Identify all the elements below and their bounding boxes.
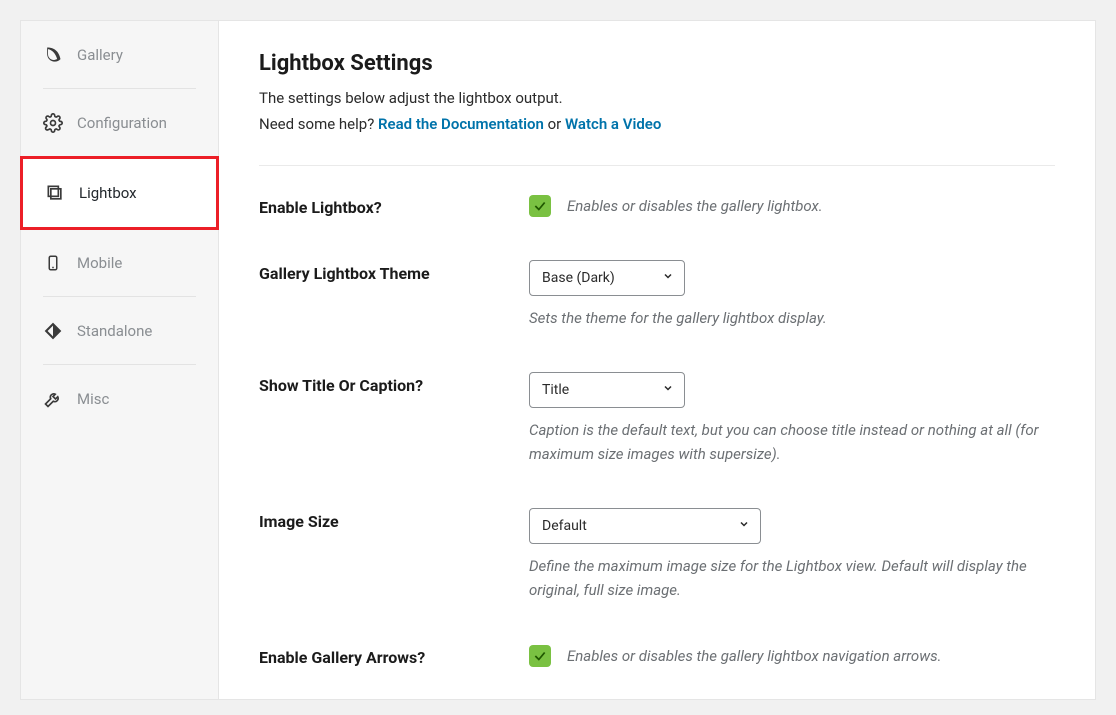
video-link[interactable]: Watch a Video bbox=[565, 115, 661, 133]
check-icon bbox=[533, 199, 547, 213]
sidebar-item-standalone[interactable]: Standalone bbox=[21, 297, 218, 365]
title-caption-select[interactable]: Title bbox=[529, 372, 685, 408]
intro-text: The settings below adjust the lightbox o… bbox=[259, 86, 1055, 137]
content: Lightbox Settings The settings below adj… bbox=[219, 21, 1095, 699]
image-size-select[interactable]: Default bbox=[529, 508, 761, 544]
chevron-down-icon bbox=[662, 270, 674, 286]
row-enable-lightbox: Enable Lightbox? Enables or disables the… bbox=[259, 194, 1055, 218]
setting-label: Enable Lightbox? bbox=[259, 194, 529, 217]
row-arrows: Enable Gallery Arrows? Enables or disabl… bbox=[259, 644, 1055, 668]
sidebar-item-misc[interactable]: Misc bbox=[21, 365, 218, 433]
docs-link[interactable]: Read the Documentation bbox=[378, 115, 544, 133]
setting-hint: Enables or disables the gallery lightbox… bbox=[567, 644, 942, 668]
setting-hint: Sets the theme for the gallery lightbox … bbox=[529, 306, 1055, 330]
sidebar-label: Configuration bbox=[77, 114, 167, 132]
setting-label: Show Title Or Caption? bbox=[259, 372, 529, 395]
chevron-down-icon bbox=[662, 382, 674, 398]
setting-hint: Define the maximum image size for the Li… bbox=[529, 554, 1055, 602]
row-theme: Gallery Lightbox Theme Base (Dark) Sets … bbox=[259, 260, 1055, 330]
intro-prefix: Need some help? bbox=[259, 115, 378, 133]
divider bbox=[259, 165, 1055, 166]
settings-panel: Gallery Configuration Lightbox Mobile bbox=[20, 20, 1096, 700]
enable-lightbox-checkbox[interactable] bbox=[529, 195, 551, 217]
theme-select[interactable]: Base (Dark) bbox=[529, 260, 685, 296]
intro-line: The settings below adjust the lightbox o… bbox=[259, 89, 563, 107]
select-value: Default bbox=[542, 518, 587, 534]
mobile-icon bbox=[43, 253, 63, 273]
diamond-icon bbox=[43, 321, 63, 341]
setting-hint: Caption is the default text, but you can… bbox=[529, 418, 1055, 466]
enable-arrows-checkbox[interactable] bbox=[529, 645, 551, 667]
leaf-icon bbox=[43, 45, 63, 65]
sidebar-label: Mobile bbox=[77, 254, 122, 272]
check-icon bbox=[533, 649, 547, 663]
sidebar-label: Standalone bbox=[77, 322, 152, 340]
or-text: or bbox=[544, 115, 565, 133]
chevron-down-icon bbox=[738, 518, 750, 534]
sidebar-label: Gallery bbox=[77, 46, 123, 64]
setting-hint: Enables or disables the gallery lightbox… bbox=[567, 194, 823, 218]
setting-label: Enable Gallery Arrows? bbox=[259, 644, 529, 667]
sidebar-item-mobile[interactable]: Mobile bbox=[21, 229, 218, 297]
sidebar-label: Lightbox bbox=[79, 184, 137, 202]
sidebar-item-lightbox[interactable]: Lightbox bbox=[20, 156, 219, 230]
sidebar-label: Misc bbox=[77, 390, 109, 408]
layers-icon bbox=[45, 183, 65, 203]
select-value: Base (Dark) bbox=[542, 270, 615, 286]
setting-label: Image Size bbox=[259, 508, 529, 531]
sidebar-item-configuration[interactable]: Configuration bbox=[21, 89, 218, 157]
gear-icon bbox=[43, 113, 63, 133]
select-value: Title bbox=[542, 382, 569, 398]
row-image-size: Image Size Default Define the maximum im… bbox=[259, 508, 1055, 602]
sidebar-item-gallery[interactable]: Gallery bbox=[21, 21, 218, 89]
wrench-icon bbox=[43, 389, 63, 409]
sidebar: Gallery Configuration Lightbox Mobile bbox=[21, 21, 219, 699]
row-title-caption: Show Title Or Caption? Title Caption is … bbox=[259, 372, 1055, 466]
page-title: Lightbox Settings bbox=[259, 51, 1055, 76]
setting-label: Gallery Lightbox Theme bbox=[259, 260, 529, 283]
